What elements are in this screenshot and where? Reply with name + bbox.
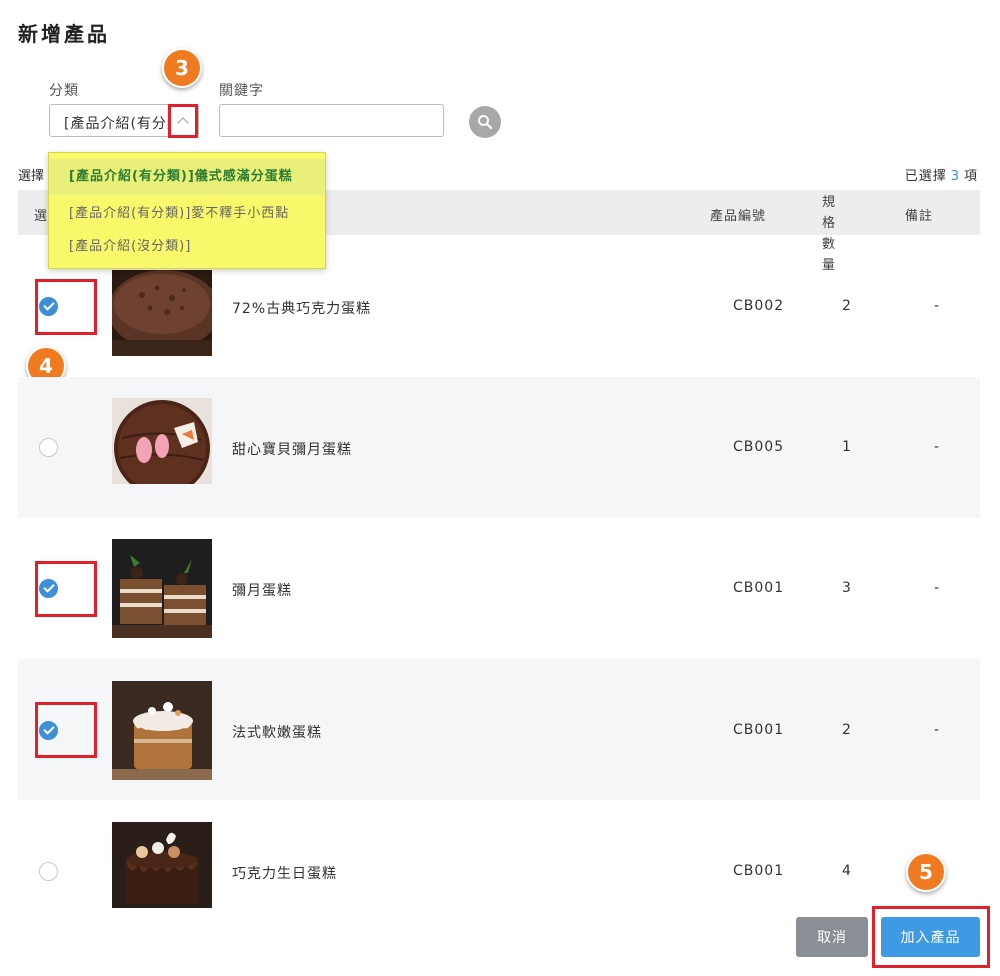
table-row[interactable]: 巧克力生日蛋糕 CB001 4 bbox=[18, 800, 980, 912]
baby-feet-cake-photo bbox=[112, 398, 212, 484]
product-note: - bbox=[934, 580, 940, 596]
product-qty: 3 bbox=[842, 580, 851, 596]
selected-count: 3 bbox=[950, 169, 960, 184]
product-code: CB005 bbox=[733, 439, 785, 455]
keyword-label: 關鍵字 bbox=[219, 83, 264, 99]
search-icon bbox=[478, 115, 493, 130]
selected-prefix: 已選擇 bbox=[904, 169, 947, 184]
row-select-radio[interactable] bbox=[39, 579, 58, 598]
category-dropdown: [產品介紹(有分類)]儀式感滿分蛋糕 [產品介紹(有分類)]愛不釋手小西點 [產… bbox=[48, 152, 326, 269]
header-note: 備註 bbox=[905, 209, 934, 224]
header-spec: 規格 bbox=[821, 195, 836, 231]
dropdown-option[interactable]: [產品介紹(有分類)]愛不釋手小西點 bbox=[69, 202, 289, 221]
product-note: - bbox=[934, 298, 940, 314]
dropdown-option[interactable]: [產品介紹(沒分類)] bbox=[69, 235, 191, 254]
product-code: CB001 bbox=[733, 863, 785, 879]
header-code: 產品編號 bbox=[710, 209, 767, 224]
cancel-button[interactable]: 取消 bbox=[796, 917, 868, 957]
product-qty: 4 bbox=[842, 863, 851, 879]
product-code: CB001 bbox=[733, 722, 785, 738]
step-3-badge: 3 bbox=[162, 48, 202, 88]
product-name: 甜心寶貝彌月蛋糕 bbox=[232, 442, 352, 458]
birthday-cake-photo bbox=[112, 822, 212, 908]
selected-count-text: 已選擇 3 項 bbox=[905, 165, 978, 184]
product-name: 巧克力生日蛋糕 bbox=[232, 866, 337, 882]
row-select-radio[interactable] bbox=[39, 438, 58, 457]
layer-cake-photo bbox=[112, 539, 212, 638]
keyword-input[interactable] bbox=[219, 104, 444, 137]
table-row[interactable]: 法式軟嫩蛋糕 CB001 2 - bbox=[18, 659, 980, 800]
dropdown-option[interactable]: [產品介紹(有分類)]儀式感滿分蛋糕 bbox=[49, 159, 325, 195]
product-name: 72%古典巧克力蛋糕 bbox=[232, 301, 372, 317]
table-row[interactable]: 彌月蛋糕 CB001 3 - bbox=[18, 518, 980, 659]
chocolate-cake-photo bbox=[112, 270, 212, 356]
step-5-badge: 5 bbox=[906, 852, 946, 892]
page-title: 新增產品 bbox=[18, 22, 110, 46]
category-toggle-button[interactable] bbox=[168, 104, 198, 138]
product-code: CB002 bbox=[733, 298, 785, 314]
product-qty: 2 bbox=[842, 298, 851, 314]
product-note: - bbox=[934, 722, 940, 738]
row-select-radio[interactable] bbox=[39, 862, 58, 881]
add-product-button[interactable]: 加入產品 bbox=[881, 917, 980, 957]
selected-suffix: 項 bbox=[963, 169, 978, 184]
chevron-up-icon bbox=[177, 117, 189, 129]
product-qty: 1 bbox=[842, 439, 851, 455]
row-select-radio[interactable] bbox=[39, 297, 58, 316]
search-button[interactable] bbox=[469, 106, 501, 138]
row-select-radio[interactable] bbox=[39, 721, 58, 740]
product-note: - bbox=[934, 439, 940, 455]
select-all-label: 選擇 bbox=[18, 169, 45, 184]
category-label: 分類 bbox=[49, 83, 79, 99]
table-row[interactable]: 甜心寶貝彌月蛋糕 CB005 1 - bbox=[18, 377, 980, 518]
product-qty: 2 bbox=[842, 722, 851, 738]
product-code: CB001 bbox=[733, 580, 785, 596]
product-name: 彌月蛋糕 bbox=[232, 583, 292, 599]
french-cake-photo bbox=[112, 681, 212, 780]
product-name: 法式軟嫩蛋糕 bbox=[232, 725, 322, 741]
